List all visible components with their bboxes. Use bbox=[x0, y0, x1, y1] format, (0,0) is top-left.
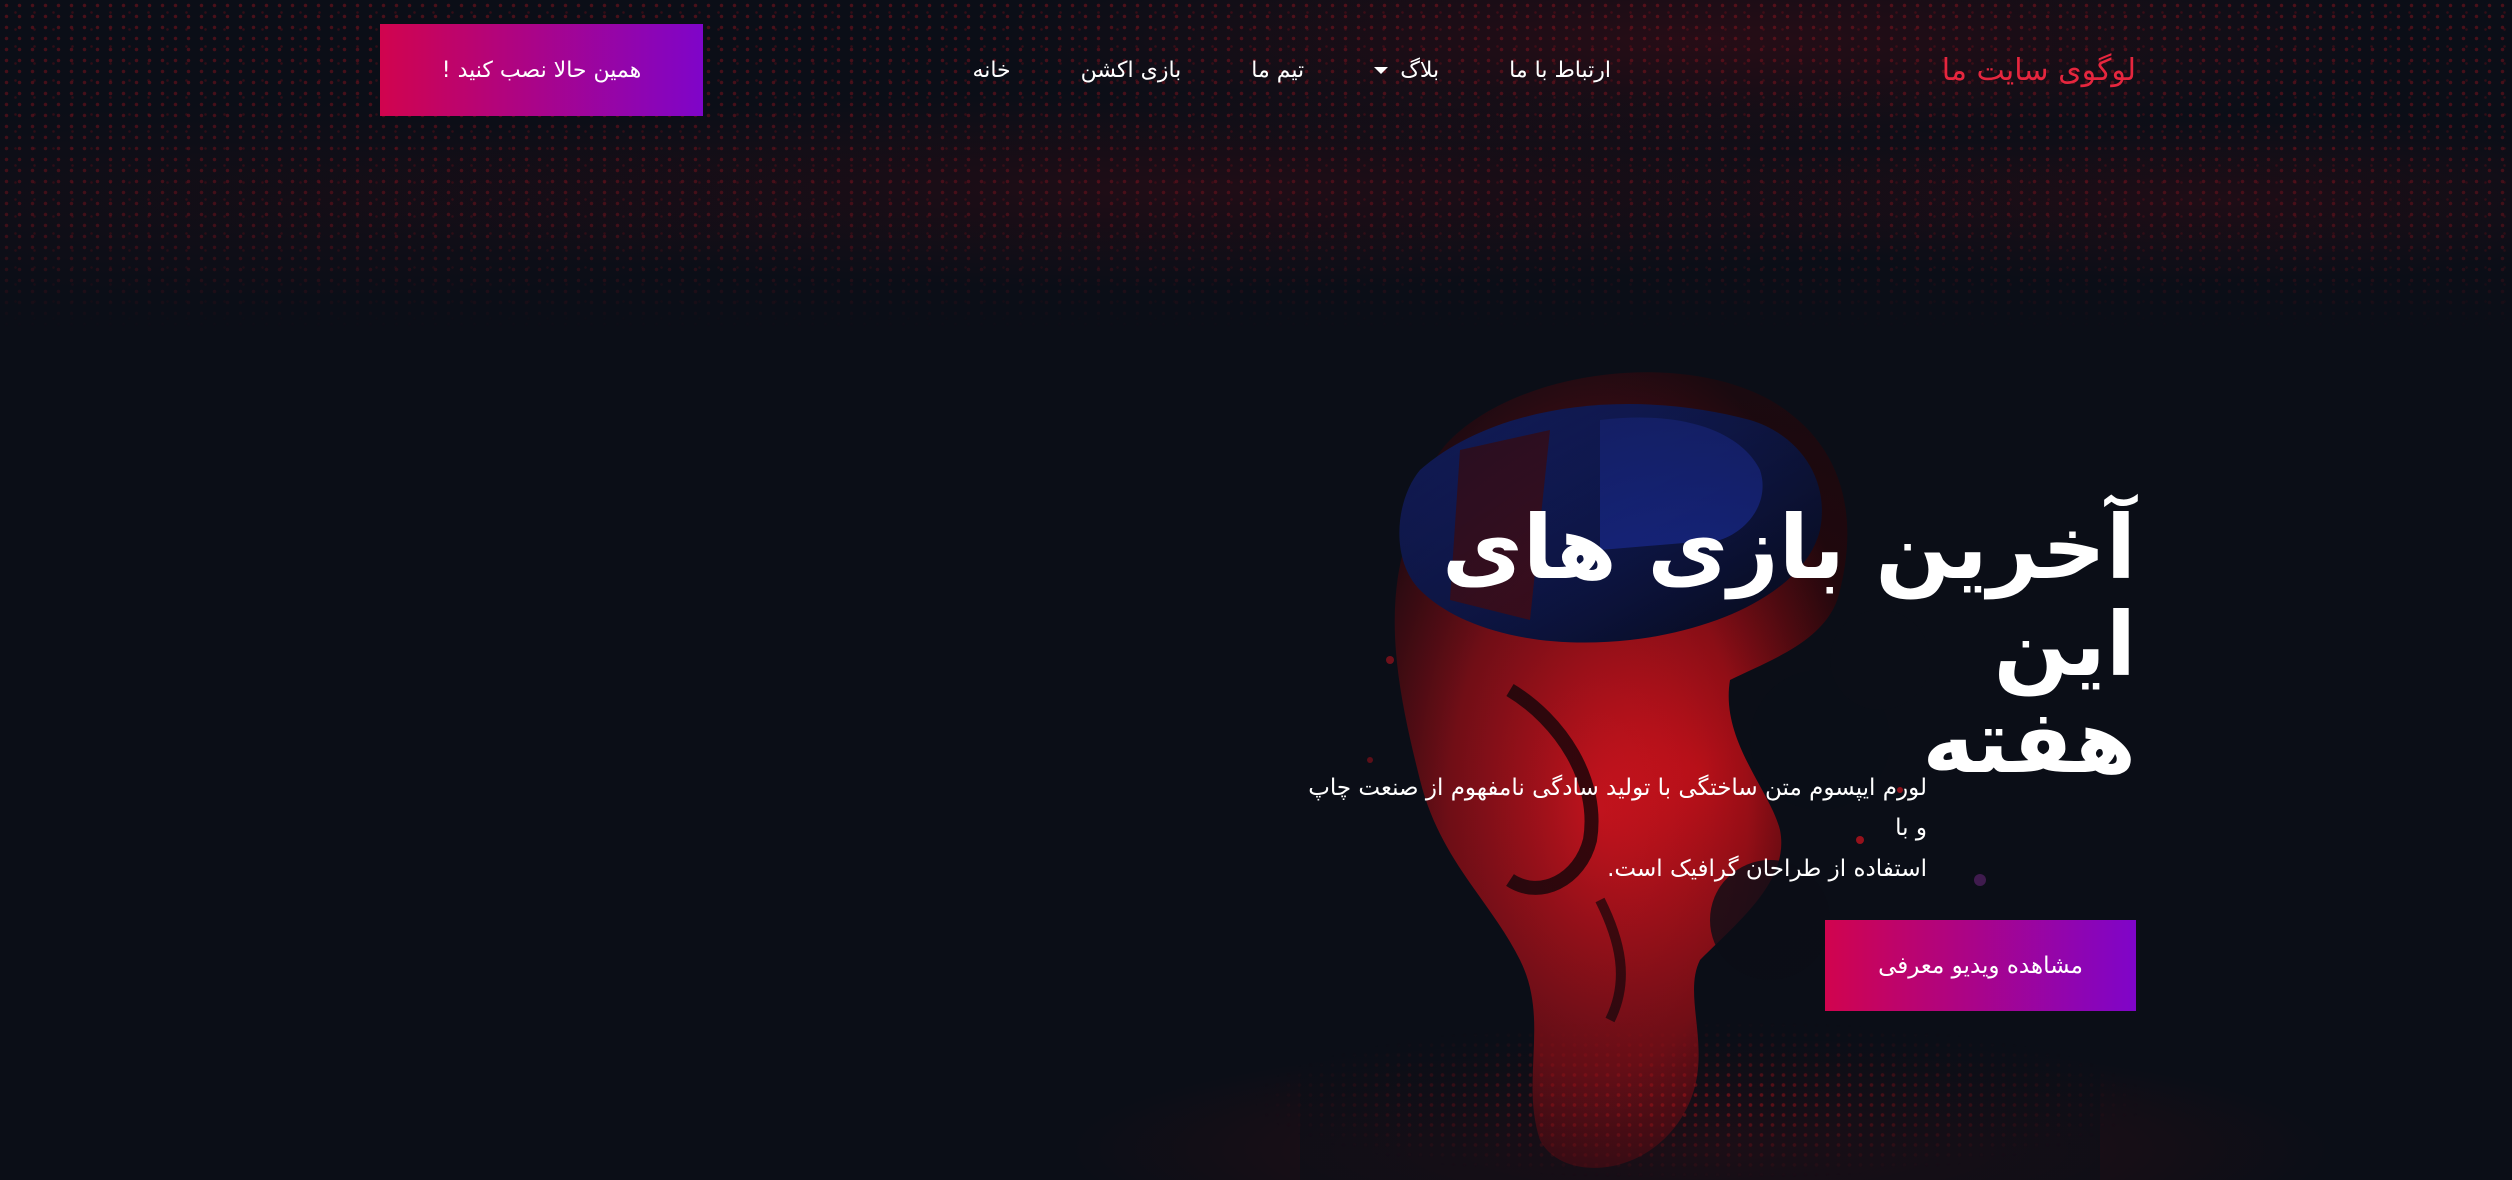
hero-description-line1: لورم ایپسوم متن ساختگی با تولید سادگی نا… bbox=[1308, 775, 1927, 842]
watch-intro-video-button[interactable]: مشاهده ویدیو معرفی bbox=[1825, 920, 2136, 1011]
nav-item-label: بازی اکشن bbox=[1080, 57, 1182, 83]
nav-item-label: بلاگ bbox=[1400, 57, 1440, 83]
nav-item-label: تیم ما bbox=[1251, 57, 1305, 83]
install-now-button[interactable]: همین حالا نصب کنید ! bbox=[380, 24, 703, 116]
hero-title-line2: هفته bbox=[1922, 689, 2136, 793]
hero-description-line2: استفاده از طراحان گرافیک است. bbox=[1607, 855, 1927, 882]
site-logo[interactable]: لوگوی سایت ما bbox=[1942, 53, 2136, 88]
main-nav: ارتباط با ما بلاگ تیم ما بازی اکشن خانه bbox=[937, 24, 1646, 116]
hero-description: لورم ایپسوم متن ساختگی با تولید سادگی نا… bbox=[1307, 768, 1927, 889]
site-header: همین حالا نصب کنید ! ارتباط با ما بلاگ ت… bbox=[380, 24, 2136, 116]
nav-item-team[interactable]: تیم ما bbox=[1216, 58, 1339, 83]
page: همین حالا نصب کنید ! ارتباط با ما بلاگ ت… bbox=[0, 0, 2512, 1180]
background-speckle-bottom bbox=[1250, 1020, 2150, 1180]
nav-item-contact[interactable]: ارتباط با ما bbox=[1474, 58, 1646, 83]
hero-title-line1: آخرین بازی های این bbox=[1442, 496, 2136, 696]
caret-down-icon bbox=[1374, 66, 1389, 74]
logo-wrap: لوگوی سایت ما bbox=[1942, 24, 2136, 116]
hero-title: آخرین بازی های این هفته bbox=[1356, 499, 2136, 793]
nav-item-action-games[interactable]: بازی اکشن bbox=[1046, 58, 1217, 83]
nav-item-blog[interactable]: بلاگ bbox=[1339, 58, 1474, 83]
nav-item-label: ارتباط با ما bbox=[1509, 57, 1611, 83]
nav-item-label: خانه bbox=[972, 57, 1011, 83]
nav-item-home[interactable]: خانه bbox=[937, 58, 1045, 83]
